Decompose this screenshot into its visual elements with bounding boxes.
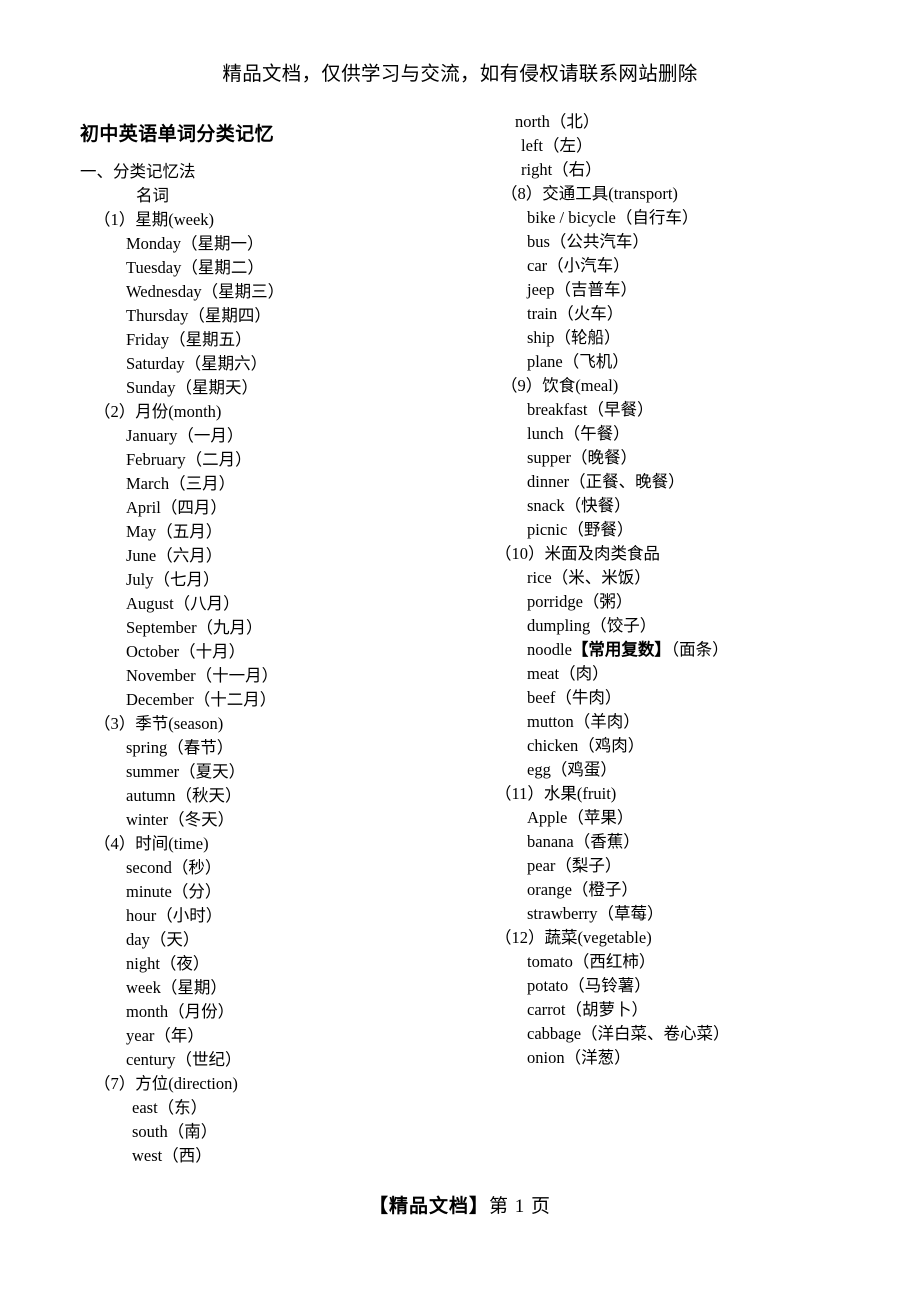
vocab-item: Saturday（星期六） xyxy=(126,354,268,373)
vocab-item: winter（冬天） xyxy=(126,810,235,829)
vocab-item: pear（梨子） xyxy=(527,856,622,875)
group-heading: （10）米面及肉类食品 xyxy=(495,544,660,563)
group-heading: （9）饮食(meal) xyxy=(501,376,619,395)
footer-page-number: 第 1 页 xyxy=(489,1196,552,1217)
note-bracket: 【常用复数】 xyxy=(571,640,671,659)
vocab-item: day（天） xyxy=(126,930,200,949)
vocab-item: month（月份） xyxy=(126,1002,235,1021)
vocab-item: mutton（羊肉） xyxy=(527,712,640,731)
vocab-item: Thursday（星期四） xyxy=(126,306,271,325)
vocab-item: breakfast（早餐） xyxy=(527,400,654,419)
vocab-item: snack（快餐） xyxy=(527,496,631,515)
footer-label: 【精品文档】 xyxy=(368,1196,489,1217)
vocab-item: tomato（西红柿） xyxy=(527,952,656,971)
vocab-item: bus（公共汽车） xyxy=(527,232,649,251)
document-header-banner: 精品文档，仅供学习与交流，如有侵权请联系网站删除 xyxy=(222,64,698,85)
vocab-item: noodle【常用复数】（面条） xyxy=(527,640,729,659)
right-column: north（北） left（左） right（右） （8）交通工具(transpor… xyxy=(487,110,907,1070)
vocab-item: Monday（星期一） xyxy=(126,234,264,253)
vocab-item: Friday（星期五） xyxy=(126,330,252,349)
vocab-item: hour（小时） xyxy=(126,906,223,925)
vocab-item: plane（飞机） xyxy=(527,352,629,371)
vocab-item: night（夜） xyxy=(126,954,210,973)
vocab-item: February（二月） xyxy=(126,450,252,469)
vocab-item: meat（肉） xyxy=(527,664,609,683)
vocab-item: carrot（胡萝卜） xyxy=(527,1000,648,1019)
vocab-item: September（九月） xyxy=(126,618,263,637)
vocab-item: porridge（粥） xyxy=(527,592,633,611)
vocab-item: November（十一月） xyxy=(126,666,279,685)
vocab-item: supper（晚餐） xyxy=(527,448,637,467)
left-column-groups: （1）星期(week) Monday（星期一） Tuesday（星期二） Wednes… xyxy=(80,208,480,1168)
vocab-item: left（左） xyxy=(521,136,593,155)
vocab-item: north（北） xyxy=(515,112,600,131)
vocab-item: beef（牛肉） xyxy=(527,688,622,707)
vocab-item: ship（轮船） xyxy=(527,328,621,347)
vocab-item: egg（鸡蛋） xyxy=(527,760,617,779)
vocab-item: December（十二月） xyxy=(126,690,277,709)
vocab-item: right（右） xyxy=(521,160,602,179)
group-heading: （1）星期(week) xyxy=(94,210,215,229)
group-heading: （11）水果(fruit) xyxy=(495,784,617,803)
right-column-continuation: north（北） left（左） right（右） xyxy=(487,110,907,182)
vocab-item: lunch（午餐） xyxy=(527,424,630,443)
vocab-item: October（十月） xyxy=(126,642,246,661)
vocab-item: strawberry（草莓） xyxy=(527,904,664,923)
vocab-item: year（年） xyxy=(126,1026,204,1045)
vocab-item: century（世纪） xyxy=(126,1050,242,1069)
section-heading: 一、分类记忆法 xyxy=(80,162,196,181)
vocab-item: jeep（吉普车） xyxy=(527,280,637,299)
vocab-item: east（东） xyxy=(132,1098,208,1117)
vocab-item: dinner（正餐、晚餐） xyxy=(527,472,685,491)
vocab-item: onion（洋葱） xyxy=(527,1048,631,1067)
vocab-item: car（小汽车） xyxy=(527,256,630,275)
document-footer: 【精品文档】第 1 页 xyxy=(0,1193,920,1221)
vocab-item: bike / bicycle（自行车） xyxy=(527,208,699,227)
vocab-item: potato（马铃薯） xyxy=(527,976,651,995)
vocab-item: May（五月） xyxy=(126,522,223,541)
vocab-item: Apple（苹果） xyxy=(527,808,634,827)
page-title: 初中英语单词分类记忆 xyxy=(80,124,275,145)
vocab-item: March（三月） xyxy=(126,474,236,493)
vocab-item: week（星期） xyxy=(126,978,227,997)
vocab-item: rice（米、米饭） xyxy=(527,568,651,587)
group-heading: （7）方位(direction) xyxy=(94,1074,238,1093)
group-heading: （4）时间(time) xyxy=(94,834,209,853)
vocab-item: chicken（鸡肉） xyxy=(527,736,645,755)
group-heading: （3）季节(season) xyxy=(94,714,224,733)
part-of-speech-heading: 名词 xyxy=(136,186,169,205)
vocab-item: July（七月） xyxy=(126,570,220,589)
vocab-item: Sunday（星期天） xyxy=(126,378,258,397)
vocab-item: June（六月） xyxy=(126,546,223,565)
vocab-item: August（八月） xyxy=(126,594,240,613)
vocab-item: Tuesday（星期二） xyxy=(126,258,264,277)
vocab-item: minute（分） xyxy=(126,882,222,901)
vocab-item: spring（春节） xyxy=(126,738,234,757)
group-heading: （12）蔬菜(vegetable) xyxy=(495,928,652,947)
group-heading: （2）月份(month) xyxy=(94,402,222,421)
vocab-item: west（西） xyxy=(132,1146,212,1165)
vocab-item: banana（香蕉） xyxy=(527,832,640,851)
vocab-item: train（火车） xyxy=(527,304,624,323)
document-page: 精品文档，仅供学习与交流，如有侵权请联系网站删除 初中英语单词分类记忆 一、分类… xyxy=(0,0,920,1302)
vocab-item: summer（夏天） xyxy=(126,762,246,781)
group-heading: （8）交通工具(transport) xyxy=(501,184,678,203)
vocab-item: picnic（野餐） xyxy=(527,520,634,539)
vocab-item: autumn（秋天） xyxy=(126,786,242,805)
vocab-item: orange（橙子） xyxy=(527,880,638,899)
vocab-item: April（四月） xyxy=(126,498,227,517)
right-column-groups: （8）交通工具(transport) bike / bicycle（自行车） bus… xyxy=(487,182,907,1070)
left-column: 一、分类记忆法 名词 （1）星期(week) Monday（星期一） Tuesday… xyxy=(80,160,480,1168)
vocab-item: January（一月） xyxy=(126,426,244,445)
vocab-item: south（南） xyxy=(132,1122,218,1141)
vocab-item: second（秒） xyxy=(126,858,222,877)
vocab-item: Wednesday（星期三） xyxy=(126,282,285,301)
vocab-item: cabbage（洋白菜、卷心菜） xyxy=(527,1024,730,1043)
vocab-item: dumpling（饺子） xyxy=(527,616,657,635)
